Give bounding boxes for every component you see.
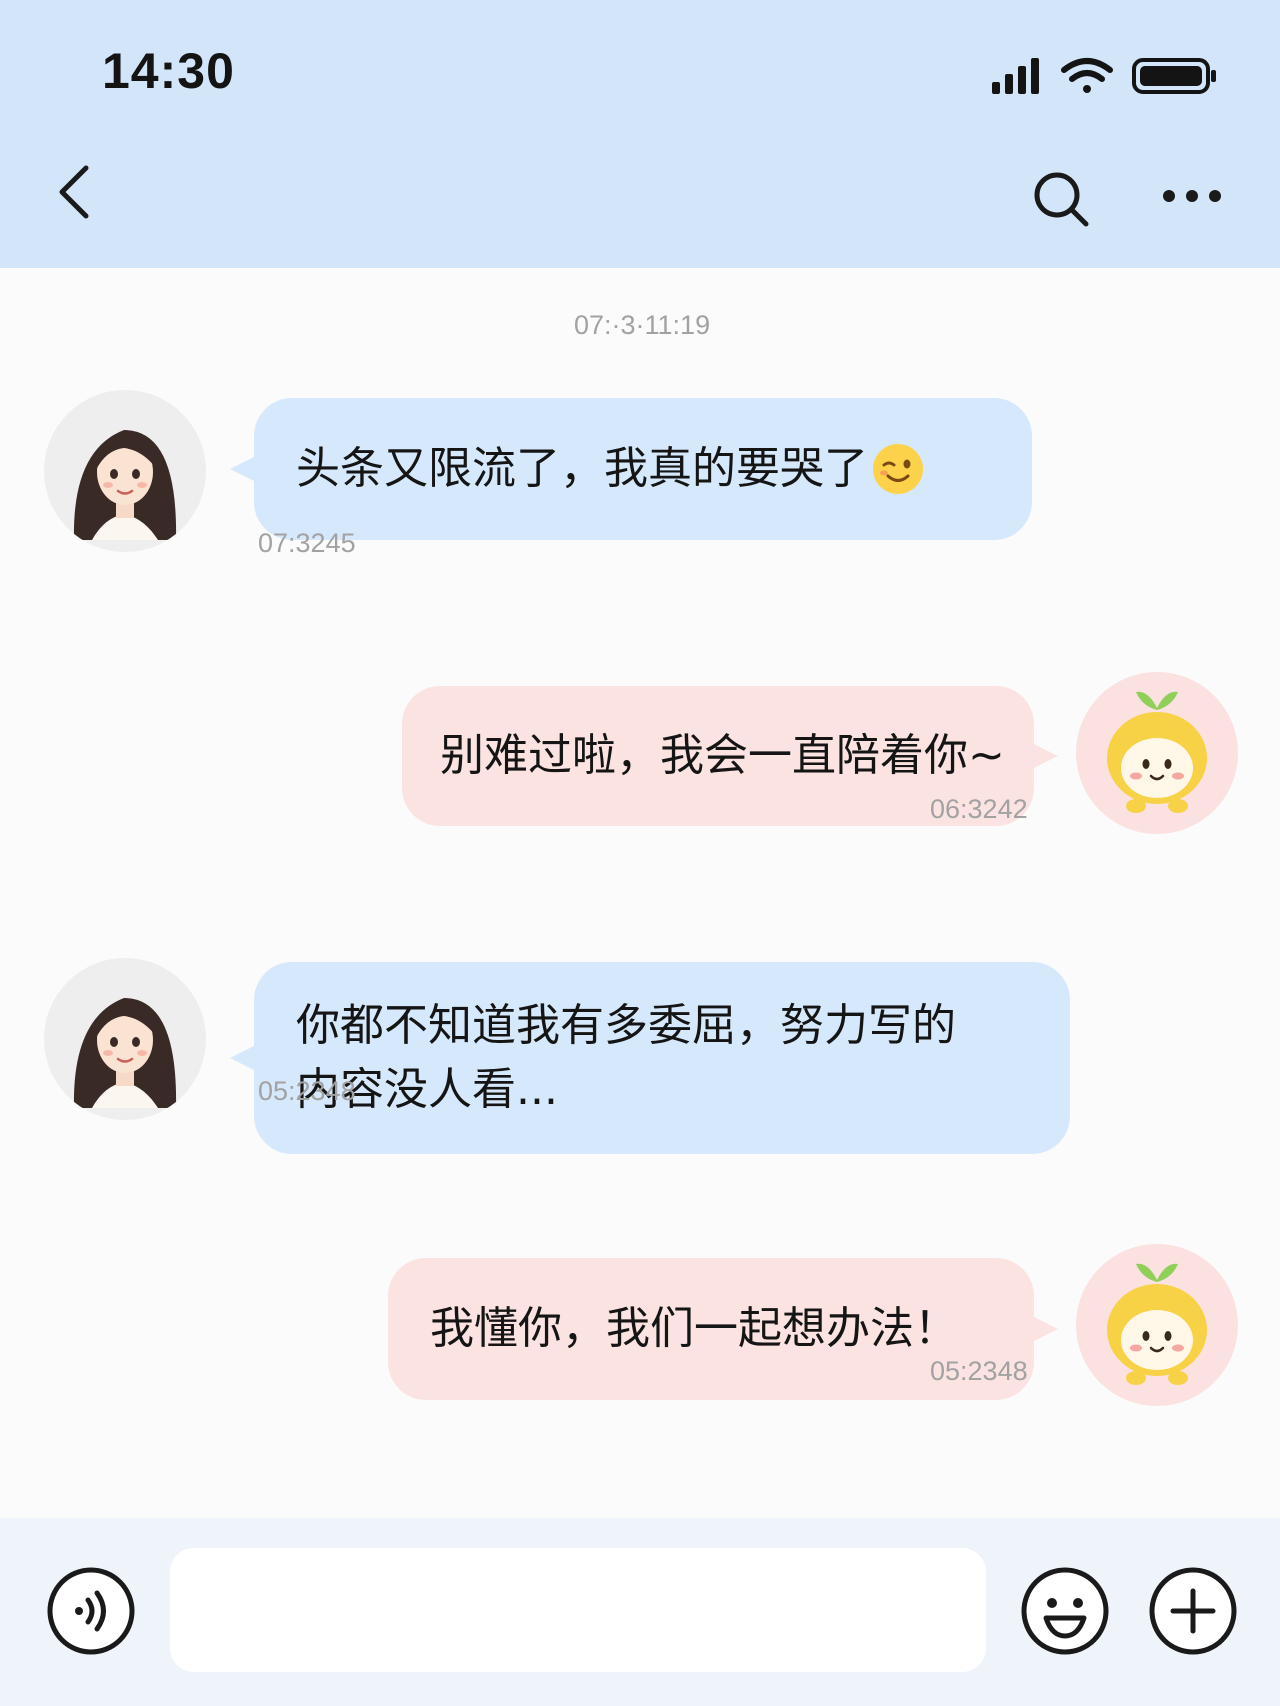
message-bubble-incoming[interactable]: 头条又限流了，我真的要哭了 [230, 398, 1032, 540]
message-input[interactable] [170, 1548, 986, 1672]
status-icons [992, 58, 1216, 94]
contact-avatar[interactable] [44, 958, 206, 1120]
message-time: 05:2348 [258, 1076, 356, 1106]
status-time: 14:30 [102, 43, 235, 99]
wink-face-emoji-icon [873, 444, 923, 494]
search-icon[interactable] [1030, 168, 1094, 232]
message-text: 头条又限流了，我真的要哭了 [296, 443, 868, 494]
sprout-mascot-icon [1107, 1263, 1207, 1385]
message-time: 05:2348 [930, 1356, 1028, 1386]
bubble-tail [1032, 743, 1058, 769]
wifi-icon [1061, 58, 1113, 93]
message-text: 我懂你，我们一起想办法！ [430, 1303, 958, 1354]
voice-icon[interactable] [46, 1566, 136, 1656]
status-bar: 14:30 [0, 0, 1280, 140]
battery-icon [1132, 58, 1216, 94]
girl-portrait-icon [73, 430, 177, 540]
message-time: 06:3242 [930, 794, 1028, 824]
input-bar [0, 1518, 1280, 1706]
bubble-tail [1032, 1316, 1058, 1342]
cellular-signal-icon [992, 58, 1039, 94]
message-text: 别难过啦，我会一直陪着你~ [440, 730, 1005, 781]
contact-avatar[interactable] [44, 390, 206, 552]
bubble-tail [230, 456, 256, 482]
chevron-left-icon[interactable] [52, 160, 96, 224]
plus-icon[interactable] [1148, 1566, 1238, 1656]
more-dots-icon[interactable] [1160, 176, 1224, 216]
message-text: 你都不知道我有多委屈，努力写的 内容没人看... [296, 1000, 956, 1115]
bubble-tail [230, 1045, 256, 1071]
girl-portrait-icon [73, 998, 177, 1108]
smiley-icon[interactable] [1020, 1566, 1110, 1656]
self-avatar[interactable] [1076, 1244, 1238, 1406]
message-bubble-incoming[interactable]: 你都不知道我有多委屈，努力写的 内容没人看... [230, 962, 1070, 1154]
self-avatar[interactable] [1076, 672, 1238, 834]
chat-header [0, 140, 1280, 268]
message-time: 07:3245 [258, 528, 356, 558]
chat-date-timestamp: 07:·3·11:19 [574, 310, 711, 340]
message-list[interactable]: 07:·3·11:19 头条又限流了，我真的要哭了 07:3245 别难过啦，我… [0, 268, 1280, 1518]
sprout-mascot-icon [1107, 691, 1207, 813]
